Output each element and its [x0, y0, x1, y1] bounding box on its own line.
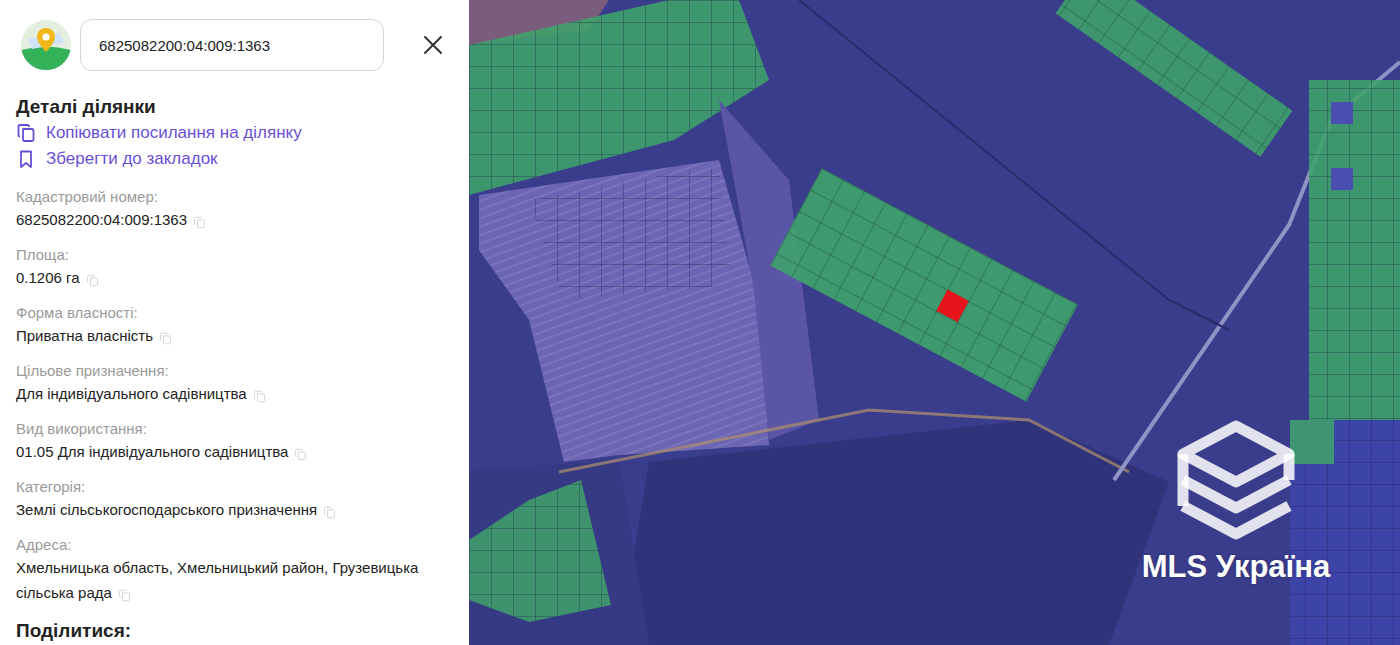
detail-field: Категорія: Землі сільськогосподарського п…	[16, 477, 453, 522]
copy-icon	[159, 332, 172, 345]
field-value-row: Для індивідуального садівництва	[16, 381, 453, 406]
action-label: Зберегти до закладок	[46, 146, 218, 172]
copy-button[interactable]	[253, 382, 265, 395]
field-value-row: 6825082200:04:009:1363	[16, 207, 453, 232]
close-button[interactable]	[414, 25, 453, 65]
field-label: Форма власності:	[16, 303, 453, 323]
copy-icon	[193, 216, 206, 229]
copy-icon	[294, 448, 307, 461]
copy-link[interactable]: Копіювати посилання на ділянку	[16, 120, 453, 146]
field-value-row: Землі сільськогосподарського призначення	[16, 497, 453, 522]
copy-button[interactable]	[118, 581, 130, 594]
copy-icon	[86, 274, 99, 287]
action-label: Копіювати посилання на ділянку	[46, 120, 302, 146]
detail-field: Площа: 0.1206 га	[16, 245, 453, 290]
detail-field: Кадастровий номер: 6825082200:04:009:1363	[16, 187, 453, 232]
field-label: Категорія:	[16, 477, 453, 497]
field-value: 01.05 Для індивідуального садівництва	[16, 443, 288, 460]
field-label: Адреса:	[16, 535, 453, 555]
mls-logo-icon	[1171, 418, 1301, 548]
field-value: 6825082200:04:009:1363	[16, 211, 187, 228]
copy-icon	[16, 123, 36, 143]
map[interactable]: MLS Україна	[469, 0, 1400, 645]
field-value: 0.1206 га	[16, 269, 80, 286]
field-value-row: 0.1206 га	[16, 265, 453, 290]
bookmark-icon	[16, 149, 36, 169]
details-title: Деталі ділянки	[16, 94, 453, 120]
detail-field: Адреса: Хмельницька область, Хмельницький…	[16, 535, 453, 605]
actions: Копіювати посилання на ділянкуЗберегти д…	[16, 120, 453, 172]
share-title: Поділитися:	[16, 618, 453, 644]
watermark: MLS Україна	[1121, 418, 1351, 586]
detail-field: Вид використання: 01.05 Для індивідуально…	[16, 419, 453, 464]
field-value: Хмельницька область, Хмельницький район,…	[16, 559, 418, 601]
details-panel: Деталі ділянкиКопіювати посилання на діл…	[0, 0, 469, 645]
close-icon	[423, 35, 443, 55]
field-value: Приватна власність	[16, 327, 153, 344]
copy-icon	[253, 390, 266, 403]
copy-icon	[118, 589, 131, 602]
field-value-row: Хмельницька область, Хмельницький район,…	[16, 555, 453, 605]
copy-button[interactable]	[323, 498, 335, 511]
copy-button[interactable]	[193, 208, 205, 221]
watermark-text: MLS Україна	[1142, 548, 1331, 586]
field-value-row: 01.05 Для індивідуального садівництва	[16, 439, 453, 464]
map-logo-icon	[20, 19, 72, 71]
selected-parcel[interactable]	[936, 290, 968, 322]
search-input[interactable]	[80, 19, 384, 71]
detail-field: Форма власності: Приватна власність	[16, 303, 453, 348]
field-value: Землі сільськогосподарського призначення	[16, 501, 317, 518]
field-value: Для індивідуального садівництва	[16, 385, 247, 402]
copy-button[interactable]	[294, 440, 306, 453]
field-label: Кадастровий номер:	[16, 187, 453, 207]
detail-field: Цільове призначення: Для індивідуального …	[16, 361, 453, 406]
field-label: Вид використання:	[16, 419, 453, 439]
field-label: Площа:	[16, 245, 453, 265]
copy-button[interactable]	[159, 324, 171, 337]
bookmark-link[interactable]: Зберегти до закладок	[16, 146, 453, 172]
copy-button[interactable]	[86, 266, 98, 279]
field-label: Цільове призначення:	[16, 361, 453, 381]
copy-icon	[323, 506, 336, 519]
cadastre-map[interactable]	[469, 0, 1400, 645]
search-bar	[16, 19, 453, 71]
field-value-row: Приватна власність	[16, 323, 453, 348]
